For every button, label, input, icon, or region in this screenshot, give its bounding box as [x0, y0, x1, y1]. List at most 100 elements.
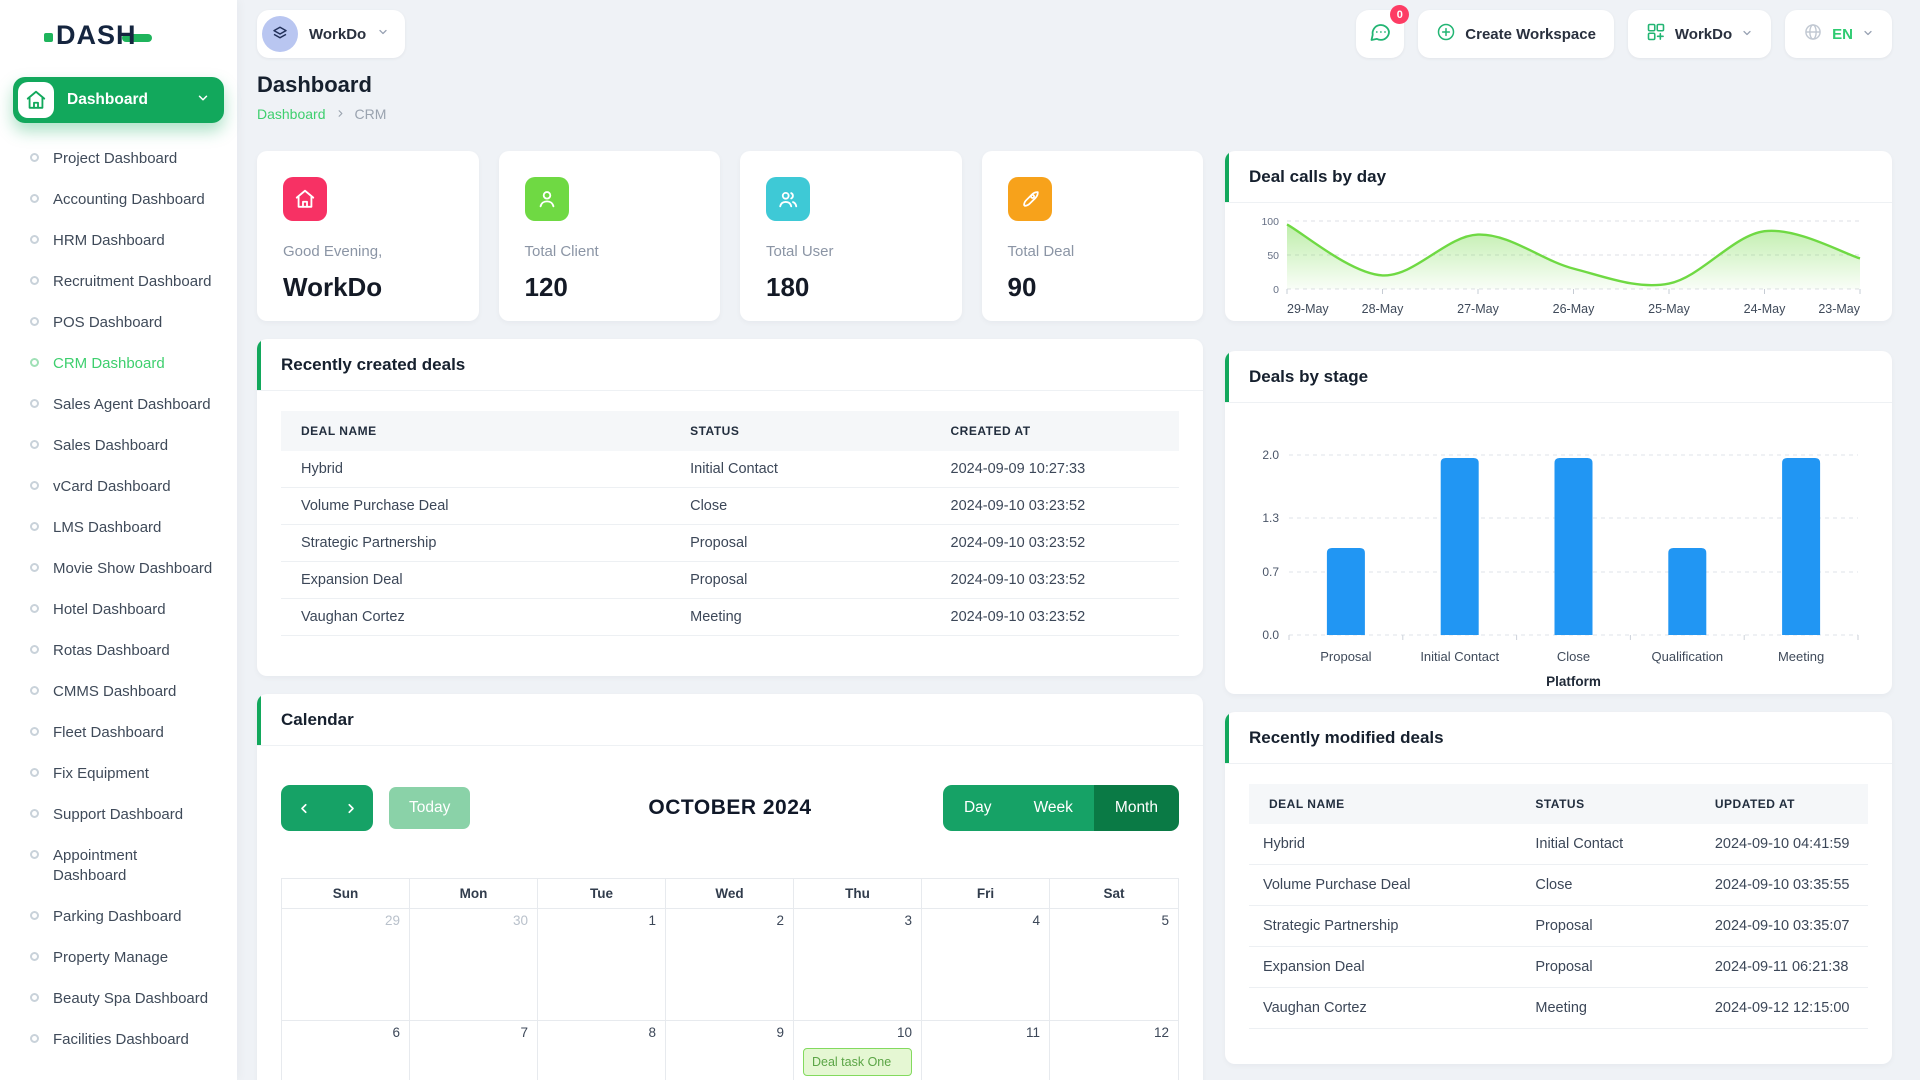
stat-label: Good Evening,: [283, 243, 453, 260]
rocket-icon: [1008, 177, 1052, 221]
bullet-icon: [30, 317, 39, 326]
calendar-day-cell[interactable]: 6: [282, 1021, 410, 1080]
sidebar-item-fix-equipment[interactable]: Fix Equipment: [30, 764, 237, 784]
today-button[interactable]: Today: [389, 787, 470, 829]
sidebar-item-dashboard[interactable]: Dashboard: [13, 77, 224, 123]
table-cell: Initial Contact: [676, 451, 936, 488]
bullet-icon: [30, 1034, 39, 1043]
page-head: Dashboard Dashboard CRM: [257, 72, 1892, 122]
sidebar-item-accounting-dashboard[interactable]: Accounting Dashboard: [30, 190, 237, 210]
calendar-event[interactable]: Deal task One: [803, 1048, 912, 1076]
calendar-day-cell[interactable]: 12: [1050, 1021, 1178, 1080]
sidebar-item-property-manage[interactable]: Property Manage: [30, 948, 237, 968]
user-icon: [525, 177, 569, 221]
create-workspace-button[interactable]: Create Workspace: [1418, 10, 1614, 58]
breadcrumb-dashboard-link[interactable]: Dashboard: [257, 106, 326, 122]
column-header: Updated At: [1701, 784, 1868, 824]
day-of-week-header: Fri: [922, 879, 1050, 909]
day-number: 1: [648, 913, 656, 928]
sidebar-item-recruitment-dashboard[interactable]: Recruitment Dashboard: [30, 272, 237, 292]
total-user-card: Total User 180: [740, 151, 962, 321]
calendar-day-cell[interactable]: 5: [1050, 909, 1178, 1021]
sidebar-item-facilities-dashboard[interactable]: Facilities Dashboard: [30, 1030, 237, 1050]
company-menu[interactable]: WorkDo: [1628, 10, 1771, 58]
workspace-selector[interactable]: WorkDo: [257, 10, 405, 58]
sidebar-item-hotel-dashboard[interactable]: Hotel Dashboard: [30, 600, 237, 620]
sidebar-item-sales-dashboard[interactable]: Sales Dashboard: [30, 436, 237, 456]
calendar-day-cell[interactable]: 9: [666, 1021, 794, 1080]
calendar-day-cell[interactable]: 4: [922, 909, 1050, 1021]
calendar-day-cell[interactable]: 11: [922, 1021, 1050, 1080]
prev-month-button[interactable]: [281, 785, 327, 831]
messages-button[interactable]: 0: [1356, 10, 1404, 58]
next-month-button[interactable]: [327, 785, 373, 831]
table-cell: Meeting: [676, 599, 936, 636]
day-number: 12: [1154, 1025, 1169, 1040]
sidebar-item-sales-agent-dashboard[interactable]: Sales Agent Dashboard: [30, 395, 237, 415]
sidebar-item-rotas-dashboard[interactable]: Rotas Dashboard: [30, 641, 237, 661]
bullet-icon: [30, 153, 39, 162]
svg-text:27-May: 27-May: [1457, 302, 1499, 316]
sidebar-item-label: CMMS Dashboard: [53, 682, 176, 702]
view-month-button[interactable]: Month: [1094, 785, 1179, 831]
svg-text:100: 100: [1261, 216, 1279, 228]
bullet-icon: [30, 850, 39, 859]
sidebar-item-parking-dashboard[interactable]: Parking Dashboard: [30, 907, 237, 927]
modified-deals-table: Deal NameStatusUpdated AtHybridInitial C…: [1249, 784, 1868, 1029]
sidebar-item-lms-dashboard[interactable]: LMS Dashboard: [30, 518, 237, 538]
calendar-day-cell[interactable]: 2: [666, 909, 794, 1021]
day-number: 8: [648, 1025, 656, 1040]
day-number: 5: [1161, 913, 1169, 928]
view-week-button[interactable]: Week: [1013, 785, 1094, 831]
sidebar: DASH Dashboard Project Dashboard Accounti…: [0, 0, 237, 1080]
workspace-name: WorkDo: [309, 26, 366, 43]
sidebar-item-label: Hotel Dashboard: [53, 600, 166, 620]
sidebar-nav: Project Dashboard Accounting Dashboard HRM…: [0, 149, 237, 1050]
main-area: WorkDo 0 Create Workspace: [257, 0, 1892, 1080]
breadcrumb-current: CRM: [355, 106, 387, 122]
calendar-day-cell[interactable]: 30: [410, 909, 538, 1021]
users-icon: [766, 177, 810, 221]
calendar-day-cell[interactable]: 7: [410, 1021, 538, 1080]
table-cell: Volume Purchase Deal: [1249, 865, 1521, 906]
table-cell: 2024-09-10 03:23:52: [937, 599, 1179, 636]
sidebar-item-label: Fleet Dashboard: [53, 723, 164, 743]
calendar-day-cell[interactable]: 8: [538, 1021, 666, 1080]
table-row: Volume Purchase DealClose2024-09-10 03:2…: [281, 488, 1179, 525]
app-logo[interactable]: DASH: [0, 0, 237, 51]
sidebar-item-label: Dashboard: [67, 91, 196, 109]
table-cell: Proposal: [676, 525, 936, 562]
language-selector[interactable]: EN: [1785, 10, 1892, 58]
stat-value: WorkDo: [283, 272, 453, 303]
stat-label: Total Deal: [1008, 243, 1178, 260]
sidebar-item-vcard-dashboard[interactable]: vCard Dashboard: [30, 477, 237, 497]
calendar-day-cell[interactable]: 29: [282, 909, 410, 1021]
sidebar-item-appointment-dashboard[interactable]: Appointment Dashboard: [30, 846, 237, 886]
sidebar-item-cmms-dashboard[interactable]: CMMS Dashboard: [30, 682, 237, 702]
table-cell: Hybrid: [281, 451, 676, 488]
table-header-row: Deal NameStatusUpdated At: [1249, 784, 1868, 824]
sidebar-item-support-dashboard[interactable]: Support Dashboard: [30, 805, 237, 825]
svg-text:Initial Contact: Initial Contact: [1420, 649, 1499, 664]
calendar-day-cell[interactable]: 10Deal task One: [794, 1021, 922, 1080]
calendar-grid: SunMonTueWedThuFriSat293012345678910Deal…: [281, 878, 1179, 1080]
sidebar-item-fleet-dashboard[interactable]: Fleet Dashboard: [30, 723, 237, 743]
sidebar-item-hrm-dashboard[interactable]: HRM Dashboard: [30, 231, 237, 251]
sidebar-item-movie-show-dashboard[interactable]: Movie Show Dashboard: [30, 559, 237, 579]
table-cell: Volume Purchase Deal: [281, 488, 676, 525]
topbar-actions: 0 Create Workspace WorkDo: [1342, 10, 1892, 58]
table-cell: 2024-09-10 04:41:59: [1701, 824, 1868, 865]
calendar-day-cell[interactable]: 1: [538, 909, 666, 1021]
sidebar-item-project-dashboard[interactable]: Project Dashboard: [30, 149, 237, 169]
table-row: Vaughan CortezMeeting2024-09-10 03:23:52: [281, 599, 1179, 636]
plus-circle-icon: [1436, 22, 1456, 46]
view-day-button[interactable]: Day: [943, 785, 1013, 831]
calendar-card: Calendar Today OCTOBER 2024 Day: [257, 694, 1203, 1080]
bullet-icon: [30, 563, 39, 572]
calendar-day-cell[interactable]: 3: [794, 909, 922, 1021]
sidebar-item-crm-dashboard[interactable]: CRM Dashboard: [30, 354, 237, 374]
sidebar-item-pos-dashboard[interactable]: POS Dashboard: [30, 313, 237, 333]
sidebar-item-beauty-spa-dashboard[interactable]: Beauty Spa Dashboard: [30, 989, 237, 1009]
svg-text:50: 50: [1267, 250, 1279, 262]
table-cell: Initial Contact: [1521, 824, 1701, 865]
